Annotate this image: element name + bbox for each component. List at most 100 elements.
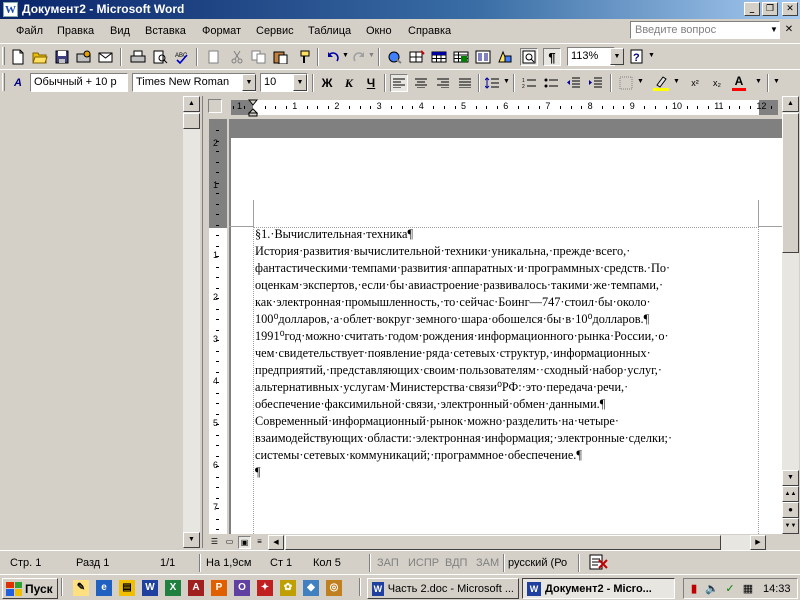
print-preview-icon[interactable] bbox=[151, 48, 169, 66]
show-desktop-icon[interactable]: ✎ bbox=[73, 580, 89, 596]
undo-dropdown-icon[interactable]: ▼ bbox=[342, 52, 349, 59]
increase-indent-icon[interactable] bbox=[586, 74, 604, 92]
app-quicklaunch-icon[interactable]: ✦ bbox=[257, 580, 273, 596]
borders-icon[interactable] bbox=[617, 74, 635, 92]
line-spacing-icon[interactable] bbox=[483, 74, 501, 92]
app-quicklaunch-icon[interactable]: ✿ bbox=[280, 580, 296, 596]
italic-button[interactable]: К bbox=[340, 74, 358, 92]
toolbar-options-icon[interactable]: ▼ bbox=[773, 78, 780, 85]
taskbar-window-button-active[interactable]: W Документ2 - Micro... bbox=[522, 578, 675, 599]
word-app-icon[interactable]: W bbox=[3, 2, 18, 17]
styles-formatting-icon[interactable]: A bbox=[9, 74, 27, 92]
menu-tools[interactable]: Сервис bbox=[256, 25, 294, 37]
format-painter-icon[interactable] bbox=[294, 48, 312, 66]
redo-icon[interactable] bbox=[350, 48, 368, 66]
app-quicklaunch-icon[interactable]: ◎ bbox=[326, 580, 342, 596]
status-extend[interactable]: ВДП bbox=[445, 557, 467, 569]
tray-app-icon[interactable]: ▦ bbox=[740, 581, 756, 597]
insert-excel-icon[interactable] bbox=[452, 48, 470, 66]
explorer-icon[interactable]: ▤ bbox=[119, 580, 135, 596]
pane-scroll-up-icon[interactable]: ▲ bbox=[183, 96, 200, 112]
close-button[interactable]: ✕ bbox=[782, 2, 798, 16]
drawing-icon[interactable] bbox=[496, 48, 514, 66]
document-map-pane[interactable] bbox=[0, 96, 203, 548]
insert-table-icon[interactable] bbox=[430, 48, 448, 66]
internet-explorer-icon[interactable]: e bbox=[96, 580, 112, 596]
subscript-button[interactable]: x₂ bbox=[708, 74, 726, 92]
line-spacing-dropdown-icon[interactable]: ▼ bbox=[503, 78, 510, 85]
scroll-left-icon[interactable]: ◀ bbox=[268, 535, 284, 550]
permission-icon[interactable] bbox=[75, 48, 93, 66]
hyperlink-icon[interactable] bbox=[386, 48, 404, 66]
taskbar-window-button[interactable]: W Часть 2.doc - Microsoft ... bbox=[367, 578, 519, 599]
horizontal-scrollbar[interactable]: ◀ ▶ bbox=[268, 535, 766, 550]
minimize-button[interactable]: _ bbox=[744, 2, 760, 16]
document-body[interactable]: §1.·Вычислительная·техника¶ История·разв… bbox=[255, 226, 760, 481]
tab-selector[interactable] bbox=[208, 99, 222, 113]
volume-icon[interactable]: 🔈 bbox=[704, 581, 720, 597]
font-dropdown-icon[interactable]: ▼ bbox=[242, 74, 256, 91]
email-icon[interactable] bbox=[97, 48, 115, 66]
toolbar-grip[interactable] bbox=[2, 73, 5, 91]
undo-icon[interactable] bbox=[324, 48, 342, 66]
spelling-status-icon[interactable] bbox=[588, 554, 610, 573]
outlook-quicklaunch-icon[interactable]: O bbox=[234, 580, 250, 596]
next-page-icon[interactable]: ▼▼ bbox=[782, 518, 799, 534]
pane-scroll-down-icon[interactable]: ▼ bbox=[183, 532, 200, 548]
document-map-icon[interactable] bbox=[520, 48, 538, 66]
indent-marker-icon[interactable] bbox=[248, 99, 258, 117]
scroll-thumb[interactable] bbox=[782, 113, 799, 253]
horizontal-scroll-thumb[interactable] bbox=[285, 535, 721, 550]
pane-scroll-thumb[interactable] bbox=[183, 113, 200, 129]
save-icon[interactable] bbox=[53, 48, 71, 66]
zoom-select[interactable]: 113% bbox=[567, 47, 615, 66]
bold-button[interactable]: Ж bbox=[318, 74, 336, 92]
previous-page-icon[interactable]: ▲▲ bbox=[782, 486, 799, 502]
network-icon[interactable]: ✓ bbox=[722, 581, 738, 597]
status-track-changes[interactable]: ИСПР bbox=[408, 557, 439, 569]
access-quicklaunch-icon[interactable]: A bbox=[188, 580, 204, 596]
vertical-scrollbar[interactable]: ▲ ▼ ▲▲ ● ▼▼ bbox=[782, 96, 799, 534]
app-quicklaunch-icon[interactable]: ◆ bbox=[303, 580, 319, 596]
underline-button[interactable]: Ч bbox=[362, 74, 380, 92]
language-indicator-icon[interactable]: ▮ bbox=[686, 581, 702, 597]
word-quicklaunch-icon[interactable]: W bbox=[142, 580, 158, 596]
research-icon[interactable] bbox=[205, 48, 223, 66]
highlight-icon[interactable] bbox=[652, 74, 670, 92]
align-left-icon[interactable] bbox=[390, 74, 408, 92]
scroll-right-icon[interactable]: ▶ bbox=[750, 535, 766, 550]
menu-window[interactable]: Окно bbox=[366, 25, 392, 37]
document-close-button[interactable]: ✕ bbox=[783, 23, 795, 36]
outline-view-icon[interactable]: ≡ bbox=[253, 536, 266, 549]
superscript-button[interactable]: x² bbox=[686, 74, 704, 92]
scroll-down-icon[interactable]: ▼ bbox=[782, 470, 799, 486]
highlight-dropdown-icon[interactable]: ▼ bbox=[673, 78, 680, 85]
menu-file[interactable]: Файл bbox=[16, 25, 43, 37]
menu-view[interactable]: Вид bbox=[110, 25, 130, 37]
style-select[interactable]: Обычный + 10 р bbox=[30, 73, 128, 92]
restore-button[interactable]: ❐ bbox=[762, 2, 778, 16]
pane-scrollbar[interactable]: ▲ ▼ bbox=[183, 96, 200, 548]
copy-icon[interactable] bbox=[250, 48, 268, 66]
font-size-dropdown-icon[interactable]: ▼ bbox=[293, 74, 307, 91]
paste-icon[interactable] bbox=[272, 48, 290, 66]
start-button[interactable]: Пуск bbox=[2, 578, 58, 599]
show-formatting-icon[interactable]: ¶ bbox=[543, 48, 561, 66]
columns-icon[interactable] bbox=[474, 48, 492, 66]
open-icon[interactable] bbox=[31, 48, 49, 66]
help-icon[interactable]: ? bbox=[628, 48, 646, 66]
menu-format[interactable]: Формат bbox=[202, 25, 241, 37]
excel-quicklaunch-icon[interactable]: X bbox=[165, 580, 181, 596]
justify-icon[interactable] bbox=[456, 74, 474, 92]
font-color-button[interactable]: A bbox=[730, 74, 748, 92]
menu-insert[interactable]: Вставка bbox=[145, 25, 186, 37]
normal-view-icon[interactable]: ☰ bbox=[208, 536, 221, 549]
status-record[interactable]: ЗАП bbox=[377, 557, 399, 569]
toolbar-grip[interactable] bbox=[2, 47, 5, 65]
status-overtype[interactable]: ЗАМ bbox=[476, 557, 499, 569]
help-dropdown-icon[interactable]: ▼ bbox=[648, 52, 655, 59]
font-select[interactable]: Times New Roman bbox=[132, 73, 256, 92]
menu-help[interactable]: Справка bbox=[408, 25, 451, 37]
new-icon[interactable] bbox=[9, 48, 27, 66]
zoom-dropdown-icon[interactable]: ▼ bbox=[610, 48, 624, 65]
